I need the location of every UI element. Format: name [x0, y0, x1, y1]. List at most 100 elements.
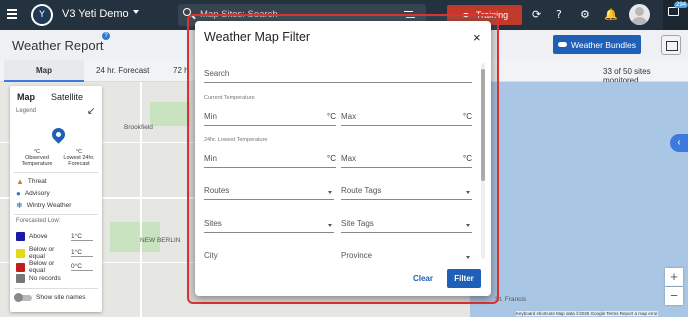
collapse-arrow-icon[interactable]: ↙ [87, 106, 95, 117]
snowflake-icon: ❄ [16, 201, 23, 210]
filter-icon[interactable] [404, 11, 413, 13]
tab-map[interactable]: Map [36, 66, 52, 75]
legend-threat: ▲ Threat [16, 177, 47, 186]
chevron-down-icon [466, 224, 470, 227]
min-placeholder: Min [204, 112, 217, 121]
gear-icon[interactable]: ⚙ [580, 8, 590, 22]
chevron-down-icon [328, 191, 332, 194]
app-name[interactable]: V3 Yeti Demo [62, 8, 129, 20]
dialog-scrollbar[interactable] [481, 63, 485, 259]
chevron-down-icon [466, 256, 470, 259]
notifications-panel-button[interactable]: 294 [663, 0, 688, 30]
observed-temp-text: Observed Temperature [21, 155, 53, 167]
legend-wintry: ❄ Wintry Weather [16, 201, 71, 210]
forecast-temp-text: Lowest 24hr. Forecast [63, 155, 95, 167]
map-pin-icon [49, 125, 68, 144]
unit-label: °C [327, 112, 336, 121]
map-label-st-francis: St. Francis [495, 296, 527, 303]
help-icon[interactable]: ? [556, 8, 562, 22]
threshold-value: 1°C [71, 233, 93, 241]
legend-row-no-records: No records [16, 274, 61, 283]
zoom-in-button[interactable]: + [665, 268, 683, 286]
page-title: Weather Report [12, 38, 104, 53]
wintry-label: Wintry Weather [26, 202, 72, 209]
chevron-down-icon [328, 224, 332, 227]
filter-button[interactable]: Filter [447, 269, 481, 288]
help-badge-icon[interactable]: ? [102, 32, 110, 40]
show-site-names-toggle[interactable] [14, 292, 32, 302]
min-placeholder: Min [204, 154, 217, 163]
dialog-title: Weather Map Filter [204, 30, 311, 44]
row-label: Above [29, 233, 48, 240]
map-attribution[interactable]: Keyboard shortcuts Map data ©2025 Google… [516, 311, 658, 316]
threshold-select[interactable]: 0°C [71, 263, 93, 271]
lowest-temp-max-field[interactable]: Max °C [341, 154, 472, 168]
row-label: No records [29, 275, 61, 282]
refresh-icon[interactable]: ⟳ [532, 8, 541, 22]
city-select[interactable]: City [204, 251, 334, 261]
threshold-select[interactable]: 1°C [71, 249, 93, 257]
map-road [140, 82, 142, 317]
lowest-temp-label: 24hr. Lowest Temperature [204, 137, 268, 143]
notification-badge: 294 [674, 2, 688, 8]
tab-24hr-forecast[interactable]: 24 hr. Forecast [96, 66, 149, 75]
color-swatch-red[interactable] [16, 262, 25, 272]
legend-tab-satellite[interactable]: Satellite [51, 92, 83, 102]
map-label-brookfield: Brookfield [124, 124, 153, 131]
menu-icon[interactable] [7, 9, 17, 11]
route-tags-select[interactable]: Route Tags [341, 186, 472, 200]
cloud-icon [557, 42, 567, 47]
expand-panel-button[interactable]: ‹ [670, 134, 688, 152]
legend-tab-map[interactable]: Map [17, 92, 35, 102]
scrollbar-thumb[interactable] [481, 69, 485, 181]
map-park [150, 102, 190, 126]
map-label-new-berlin: NEW BERLIN [140, 237, 181, 244]
forecast-temp-label: °C Lowest 24hr. Forecast [60, 149, 98, 167]
calendar-button[interactable] [661, 35, 681, 55]
city-label: City [204, 251, 218, 260]
observed-temp-label: °C Observed Temperature [20, 149, 54, 167]
chevron-down-icon [466, 191, 470, 194]
province-select[interactable]: Province [341, 251, 472, 261]
clear-button[interactable]: Clear [407, 270, 439, 288]
bell-icon[interactable]: 🔔 [604, 8, 618, 22]
logo-text: Y [33, 6, 51, 24]
advisory-label: Advisory [24, 190, 50, 197]
legend-row-below-0: Below or equal 0°C [16, 260, 93, 274]
color-swatch-yellow[interactable] [16, 248, 25, 258]
search-field-placeholder: Search [204, 69, 230, 78]
site-tags-label: Site Tags [341, 219, 374, 228]
sites-label: Sites [204, 219, 222, 228]
show-site-names-label: Show site names [36, 294, 86, 301]
divider [14, 214, 98, 215]
color-swatch-blue[interactable] [16, 232, 25, 241]
row-label: Below or equal [29, 246, 55, 260]
unit-label: °C [463, 154, 472, 163]
max-placeholder: Max [341, 112, 357, 121]
divider [14, 288, 98, 289]
lowest-temp-min-field[interactable]: Min °C [204, 154, 336, 168]
sites-select[interactable]: Sites [204, 219, 334, 233]
row-label: Below or equal [29, 260, 55, 274]
map-legend-panel: Map Satellite ↙ Legend °C Observed Tempe… [10, 86, 102, 312]
current-temp-max-field[interactable]: Max °C [341, 112, 472, 126]
divider [14, 172, 98, 173]
close-icon[interactable]: × [473, 30, 481, 45]
legend-row-below-1: Below or equal 1°C [16, 246, 93, 260]
site-tags-select[interactable]: Site Tags [341, 219, 472, 233]
chevron-down-icon[interactable] [133, 10, 139, 14]
app-logo[interactable]: Y [31, 4, 53, 26]
current-temp-label: Current Temperature [204, 95, 255, 101]
weather-bundles-button[interactable]: Weather Bundles [553, 35, 641, 54]
search-field[interactable]: Search [204, 69, 472, 83]
legend-advisory: ● Advisory [16, 189, 50, 198]
zoom-out-button[interactable]: − [665, 287, 683, 305]
routes-label: Routes [204, 186, 230, 195]
max-placeholder: Max [341, 154, 357, 163]
lake-water [470, 82, 688, 317]
unit-label: °C [463, 112, 472, 121]
routes-select[interactable]: Routes [204, 186, 334, 200]
current-temp-min-field[interactable]: Min °C [204, 112, 336, 126]
avatar[interactable] [629, 4, 650, 25]
message-icon [668, 7, 679, 16]
